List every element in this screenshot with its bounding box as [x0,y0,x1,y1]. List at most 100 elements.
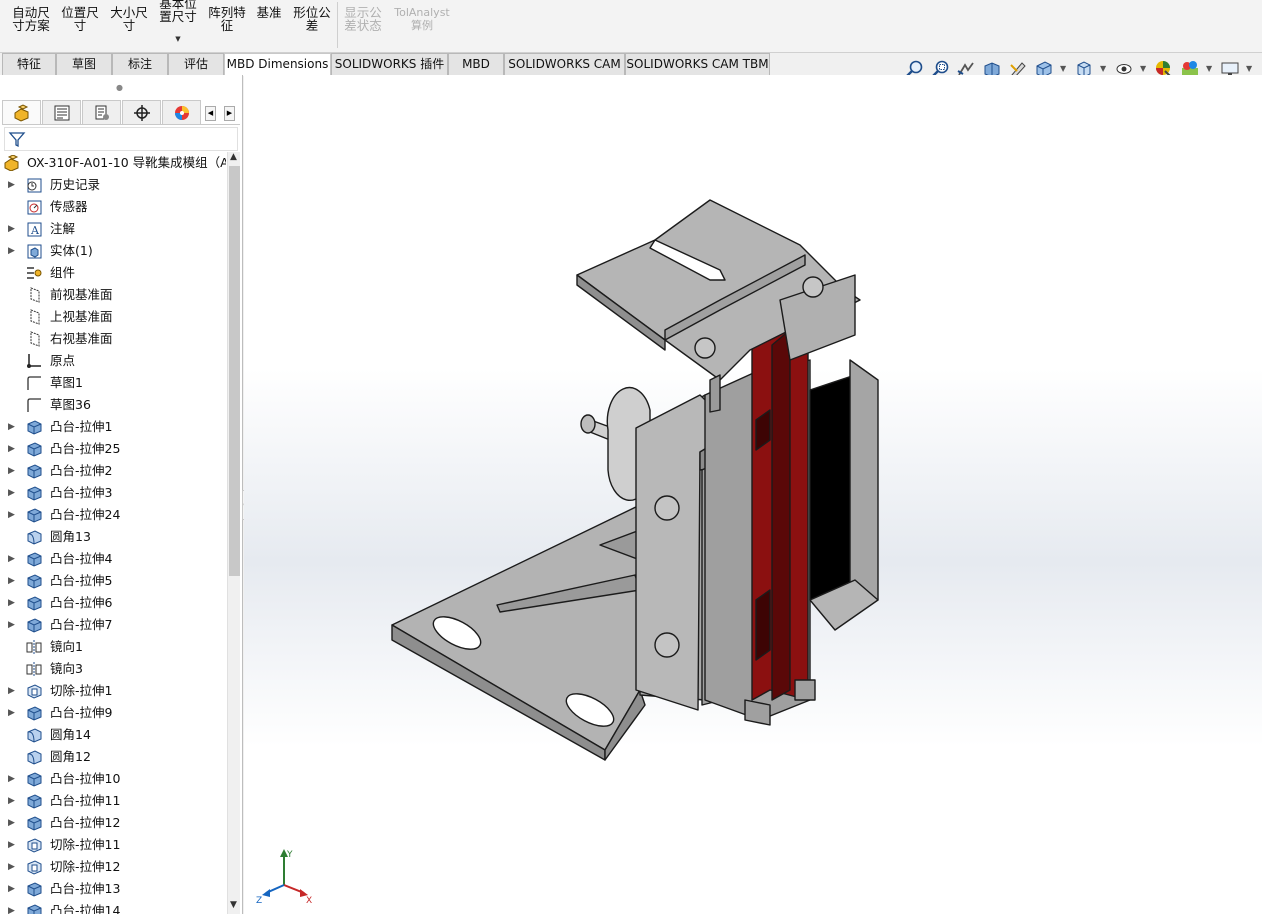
tree-item[interactable]: ▶ 凸台-拉伸10 [0,768,226,790]
sensor-icon [25,199,43,215]
tab-features[interactable]: 特征 [2,53,56,75]
tree-item[interactable]: ▶ 历史记录 [0,174,226,196]
expand-arrow-icon[interactable]: ▶ [8,768,15,790]
tree-item[interactable]: ▶ 凸台-拉伸12 [0,812,226,834]
tab-solidworks-cam[interactable]: SOLIDWORKS CAM [504,53,625,75]
expand-arrow-icon[interactable]: ▶ [8,680,15,702]
datum-button[interactable]: 基准 [254,6,284,19]
tree-item[interactable]: 前视基准面 [0,284,226,306]
tree-item[interactable]: ▶ 凸台-拉伸7 [0,614,226,636]
expand-arrow-icon[interactable]: ▶ [8,174,15,196]
tree-item[interactable]: ▶ 凸台-拉伸25 [0,438,226,460]
panel-grip-icon[interactable]: ● [116,83,123,92]
configuration-manager-tab[interactable] [82,100,121,125]
chevron-down-icon[interactable]: ▼ [175,33,180,46]
tree-item[interactable]: ▶ A 注解 [0,218,226,240]
chevron-down-icon[interactable]: ▼ [1246,64,1252,73]
expand-arrow-icon[interactable]: ▶ [8,504,15,526]
expand-arrow-icon[interactable]: ▶ [8,240,15,262]
tree-item[interactable]: 圆角14 [0,724,226,746]
scroll-tabs-right-icon[interactable]: ▶ [224,106,235,121]
tree-item[interactable]: ▶ 凸台-拉伸6 [0,592,226,614]
tree-item-label: 凸台-拉伸13 [50,881,121,896]
tab-mbd[interactable]: MBD [448,53,504,75]
tree-item[interactable]: ▶ 凸台-拉伸3 [0,482,226,504]
tree-item[interactable]: ▶ 凸台-拉伸2 [0,460,226,482]
scroll-tabs-left-icon[interactable]: ◀ [205,106,216,121]
expand-arrow-icon[interactable]: ▶ [8,460,15,482]
chevron-up-icon[interactable]: ▲ [230,152,237,162]
expand-arrow-icon[interactable]: ▶ [8,834,15,856]
tree-item[interactable]: ▶ 实体(1) [0,240,226,262]
dimxpert-manager-tab[interactable] [122,100,161,125]
tree-filter[interactable] [4,127,238,151]
tree-item[interactable]: 右视基准面 [0,328,226,350]
tree-root-assembly[interactable]: OX-310F-A01-10 导靴集成模组（AC [0,152,226,174]
expand-arrow-icon[interactable]: ▶ [8,702,15,724]
tree-scrollbar[interactable]: ▲ ▼ [227,152,240,914]
graphics-viewport[interactable]: Y X Z [244,75,1262,914]
expand-arrow-icon[interactable]: ▶ [8,438,15,460]
tree-item[interactable]: 原点 [0,350,226,372]
boss-extrude-icon [25,441,43,457]
chevron-down-icon[interactable]: ▼ [230,900,237,910]
tree-item[interactable]: 镜向1 [0,636,226,658]
chevron-down-icon[interactable]: ▼ [1060,64,1066,73]
tree-item[interactable]: ▶ 切除-拉伸11 [0,834,226,856]
chevron-down-icon[interactable]: ▼ [1100,64,1106,73]
tree-item-label: 凸台-拉伸25 [50,441,121,456]
tree-item[interactable]: ▶ 凸台-拉伸14 [0,900,226,914]
expand-arrow-icon[interactable]: ▶ [8,790,15,812]
tab-solidworks-addins[interactable]: SOLIDWORKS 插件 [331,53,448,75]
tree-item[interactable]: 组件 [0,262,226,284]
expand-arrow-icon[interactable]: ▶ [8,812,15,834]
tree-item[interactable]: ▶ 凸台-拉伸4 [0,548,226,570]
tree-item[interactable]: ▶ 凸台-拉伸11 [0,790,226,812]
expand-arrow-icon[interactable]: ▶ [8,856,15,878]
tree-item[interactable]: 草图36 [0,394,226,416]
expand-arrow-icon[interactable]: ▶ [8,614,15,636]
location-dimension-button[interactable]: 位置尺 寸 [58,6,102,32]
tree-item[interactable]: 传感器 [0,196,226,218]
expand-arrow-icon[interactable]: ▶ [8,416,15,438]
tab-markup[interactable]: 标注 [112,53,168,75]
guide-shoe-model[interactable] [244,75,1262,914]
scrollbar-thumb[interactable] [229,166,240,576]
chevron-down-icon[interactable]: ▼ [1140,64,1146,73]
tolanalyst-study-button[interactable]: TolAnalyst 算例 [392,6,452,32]
tree-item[interactable]: ▶ 切除-拉伸12 [0,856,226,878]
tab-mbd-dimensions[interactable]: MBD Dimensions [224,53,331,76]
tree-item[interactable]: ▶ 切除-拉伸1 [0,680,226,702]
expand-arrow-icon[interactable]: ▶ [8,878,15,900]
expand-arrow-icon[interactable]: ▶ [8,900,15,914]
tree-item[interactable]: 圆角12 [0,746,226,768]
tab-evaluate[interactable]: 评估 [168,53,224,75]
tab-solidworks-cam-tbm[interactable]: SOLIDWORKS CAM TBM [625,53,770,75]
chevron-down-icon[interactable]: ▼ [1206,64,1212,73]
expand-arrow-icon[interactable]: ▶ [8,218,15,240]
show-tolerance-status-button[interactable]: 显示公 差状态 [341,6,385,32]
filter-icon[interactable] [8,130,26,148]
tree-item[interactable]: 镜向3 [0,658,226,680]
pattern-feature-button[interactable]: 阵列特 征 [205,6,249,32]
expand-arrow-icon[interactable]: ▶ [8,570,15,592]
auto-dimension-scheme-button[interactable]: 自动尺 寸方案 [9,6,53,32]
tree-item[interactable]: ▶ 凸台-拉伸13 [0,878,226,900]
expand-arrow-icon[interactable]: ▶ [8,548,15,570]
feature-manager-tab[interactable] [2,100,41,125]
geometric-tolerance-button[interactable]: 形位公 差 [290,6,334,32]
tree-item[interactable]: ▶ 凸台-拉伸9 [0,702,226,724]
tree-item[interactable]: ▶ 凸台-拉伸5 [0,570,226,592]
property-manager-tab[interactable] [42,100,81,125]
tree-item[interactable]: 圆角13 [0,526,226,548]
tree-item[interactable]: ▶ 凸台-拉伸1 [0,416,226,438]
basic-location-dimension-button[interactable]: 基本位 置尺寸 ▼ [156,0,200,43]
size-dimension-button[interactable]: 大小尺 寸 [107,6,151,32]
expand-arrow-icon[interactable]: ▶ [8,592,15,614]
display-manager-tab[interactable] [162,100,201,125]
tree-item[interactable]: 上视基准面 [0,306,226,328]
tree-item[interactable]: 草图1 [0,372,226,394]
tab-sketch[interactable]: 草图 [56,53,112,75]
tree-item[interactable]: ▶ 凸台-拉伸24 [0,504,226,526]
expand-arrow-icon[interactable]: ▶ [8,482,15,504]
